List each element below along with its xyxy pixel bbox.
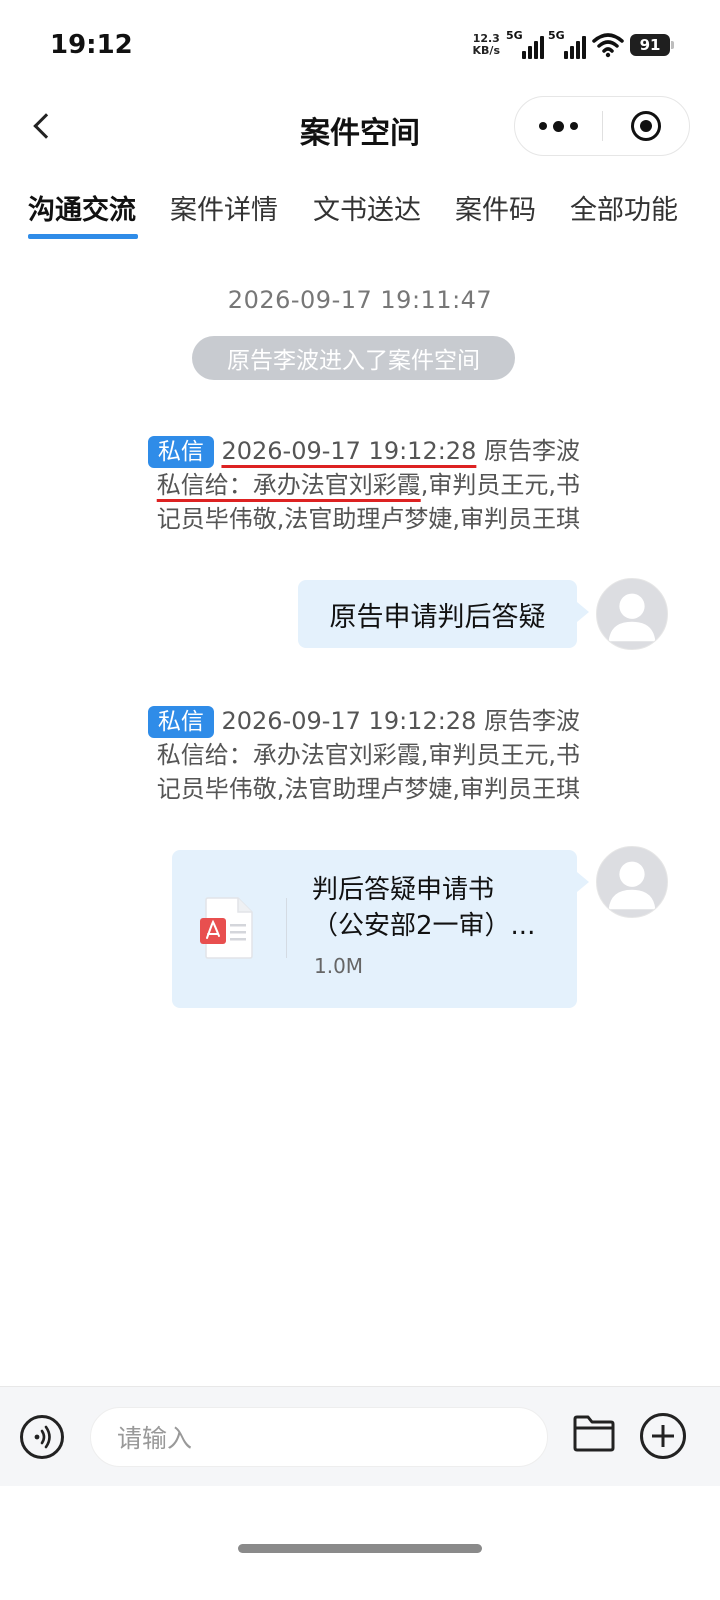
message-recipients-prefix: 私信给：承办法官刘彩霞 bbox=[156, 471, 421, 499]
message-meta: 私信 2026-09-17 19:12:28 原告李波 私信给：承办法官刘彩霞,… bbox=[140, 704, 580, 806]
close-mini-program-button[interactable] bbox=[603, 97, 690, 155]
pdf-file-icon bbox=[200, 897, 253, 959]
tab-bar: 沟通交流 案件详情 文书送达 案件码 全部功能 bbox=[0, 178, 720, 242]
active-tab-indicator bbox=[28, 234, 138, 239]
voice-icon bbox=[34, 1425, 51, 1449]
avatar[interactable] bbox=[596, 846, 668, 918]
battery-level: 91 bbox=[639, 36, 661, 54]
more-dot-icon bbox=[569, 122, 578, 130]
tab-document-delivery[interactable]: 文书送达 bbox=[313, 188, 421, 227]
folder-button[interactable] bbox=[572, 1413, 616, 1453]
network-speed: 12.3 KB/s bbox=[473, 33, 500, 57]
more-dot-icon bbox=[552, 120, 564, 132]
system-timestamp: 2026-09-17 19:11:47 bbox=[227, 286, 493, 314]
file-name-line-1: 判后答疑申请书 bbox=[312, 875, 495, 905]
add-button[interactable] bbox=[640, 1413, 686, 1459]
battery-icon: 91 bbox=[630, 34, 674, 56]
signal-2-icon: 5G bbox=[548, 29, 586, 59]
message-sender: 原告李波 bbox=[484, 437, 580, 465]
status-time: 19:12 bbox=[50, 30, 133, 60]
home-indicator[interactable] bbox=[238, 1544, 482, 1553]
user-avatar-icon bbox=[608, 593, 656, 642]
message-timestamp: 2026-09-17 19:12:28 bbox=[221, 437, 477, 465]
file-divider bbox=[286, 898, 287, 958]
chat-area[interactable]: 2026-09-17 19:11:47 原告李波进入了案件空间 私信 2026-… bbox=[0, 242, 720, 1386]
more-dot-icon bbox=[538, 122, 547, 130]
private-message-badge: 私信 bbox=[147, 436, 214, 468]
message-recipients-prefix: 私信给：承办法官刘彩霞 bbox=[156, 741, 421, 769]
message-bubble[interactable]: 原告申请判后答疑 bbox=[298, 580, 589, 648]
message-timestamp: 2026-09-17 19:12:28 bbox=[221, 707, 477, 735]
signal-1-label: 5G bbox=[506, 29, 523, 42]
user-avatar-icon bbox=[608, 861, 656, 910]
wifi-icon bbox=[592, 32, 624, 58]
mini-program-capsule bbox=[514, 96, 690, 156]
message-meta: 私信 2026-09-17 19:12:28 原告李波 私信给：承办法官刘彩霞,… bbox=[140, 434, 580, 536]
tab-case-details[interactable]: 案件详情 bbox=[170, 188, 278, 227]
more-options-button[interactable] bbox=[515, 97, 602, 155]
signal-1-icon: 5G bbox=[506, 29, 544, 59]
tab-case-code[interactable]: 案件码 bbox=[455, 188, 536, 227]
message-input-bar: 请输入 bbox=[0, 1386, 720, 1486]
message-input[interactable]: 请输入 bbox=[90, 1407, 548, 1467]
message-sender: 原告李波 bbox=[484, 707, 580, 735]
file-name: 判后答疑申请书 （公安部2一审）... bbox=[312, 872, 562, 944]
voice-input-button[interactable] bbox=[20, 1415, 64, 1459]
navigation-header: 案件空间 bbox=[0, 92, 720, 164]
folder-icon bbox=[573, 1415, 615, 1452]
file-message-bubble[interactable]: 判后答疑申请书 （公安部2一审）... 1.0M bbox=[172, 850, 589, 1008]
signal-2-label: 5G bbox=[548, 29, 565, 42]
system-notice: 原告李波进入了案件空间 bbox=[192, 336, 515, 380]
avatar[interactable] bbox=[596, 578, 668, 650]
private-message-badge: 私信 bbox=[147, 706, 214, 738]
file-name-line-2: （公安部2一审）... bbox=[312, 911, 536, 941]
status-bar: 19:12 12.3 KB/s 5G 5G 91 bbox=[0, 0, 720, 92]
target-close-icon bbox=[630, 111, 661, 141]
tab-communication[interactable]: 沟通交流 bbox=[28, 188, 136, 227]
network-speed-unit: KB/s bbox=[472, 44, 500, 57]
file-size: 1.0M bbox=[314, 954, 364, 978]
tab-all-functions[interactable]: 全部功能 bbox=[570, 188, 678, 227]
status-icons: 12.3 KB/s 5G 5G 91 bbox=[473, 28, 674, 62]
